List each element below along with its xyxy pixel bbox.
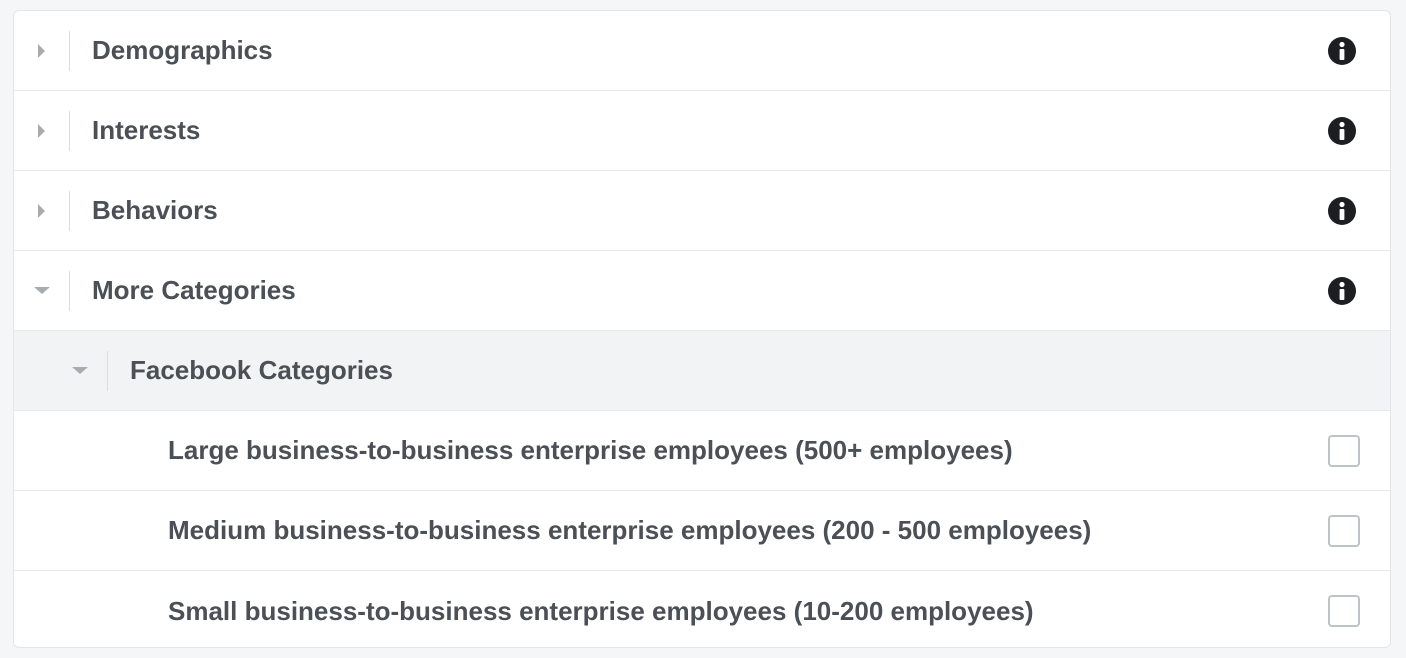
expand-toggle[interactable] xyxy=(14,190,70,231)
info-icon[interactable] xyxy=(1327,36,1357,66)
option-checkbox[interactable] xyxy=(1328,514,1360,547)
category-row-interests[interactable]: Interests xyxy=(14,91,1390,171)
option-label: Large business-to-business enterprise em… xyxy=(168,435,1013,465)
category-label: More Categories xyxy=(92,275,296,305)
option-row-large-b2b[interactable]: Large business-to-business enterprise em… xyxy=(14,411,1390,491)
option-row-small-b2b[interactable]: Small business-to-business enterprise em… xyxy=(14,571,1390,647)
collapse-toggle[interactable] xyxy=(52,350,108,391)
caret-right-icon xyxy=(38,123,45,138)
category-label: Demographics xyxy=(92,35,273,65)
category-row-behaviors[interactable]: Behaviors xyxy=(14,171,1390,251)
category-row-more-categories[interactable]: More Categories xyxy=(14,251,1390,331)
caret-down-icon xyxy=(33,287,50,294)
subcategory-row-facebook-categories[interactable]: Facebook Categories xyxy=(14,331,1390,411)
option-checkbox[interactable] xyxy=(1328,595,1360,627)
expand-toggle[interactable] xyxy=(14,30,70,71)
option-checkbox[interactable] xyxy=(1328,434,1360,467)
expand-toggle[interactable] xyxy=(14,110,70,151)
detailed-targeting-browse-panel: Demographics Interests Behaviors More Ca… xyxy=(13,10,1391,648)
option-label: Medium business-to-business enterprise e… xyxy=(168,515,1092,545)
category-label: Interests xyxy=(92,115,201,145)
info-icon[interactable] xyxy=(1327,196,1357,226)
category-row-demographics[interactable]: Demographics xyxy=(14,11,1390,91)
collapse-toggle[interactable] xyxy=(14,270,70,311)
caret-right-icon xyxy=(38,203,45,218)
category-label: Behaviors xyxy=(92,195,218,225)
option-label: Small business-to-business enterprise em… xyxy=(168,595,1034,626)
info-icon[interactable] xyxy=(1327,116,1357,146)
caret-down-icon xyxy=(71,367,88,374)
caret-right-icon xyxy=(38,43,45,58)
subcategory-label: Facebook Categories xyxy=(130,355,393,385)
info-icon[interactable] xyxy=(1327,276,1357,306)
option-row-medium-b2b[interactable]: Medium business-to-business enterprise e… xyxy=(14,491,1390,571)
